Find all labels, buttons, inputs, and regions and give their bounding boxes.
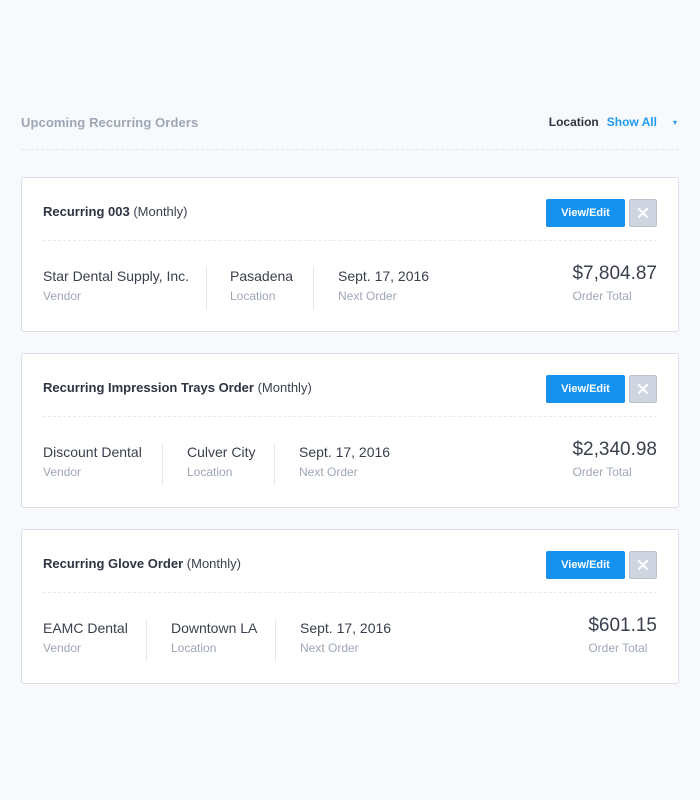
order-title: Recurring 003 (Monthly)	[43, 204, 188, 219]
location-value: Downtown LA	[171, 620, 258, 636]
view-edit-button[interactable]: View/Edit	[546, 551, 625, 579]
next-order-label: Next Order	[338, 289, 397, 303]
close-icon	[638, 208, 648, 218]
location-label: Location	[171, 641, 217, 655]
section-header: Upcoming Recurring Orders Location Show …	[21, 112, 679, 150]
location-filter[interactable]: Location Show All ▾	[549, 115, 679, 129]
order-total-value: $601.15	[588, 615, 657, 636]
divider	[206, 267, 207, 310]
vendor-field: EAMC Dental Vendor	[43, 620, 128, 662]
next-order-field: Sept. 17, 2016 Next Order	[300, 620, 391, 662]
order-card-header: Recurring Glove Order (Monthly) View/Edi…	[43, 530, 657, 593]
delete-order-button[interactable]	[629, 551, 657, 579]
next-order-field: Sept. 17, 2016 Next Order	[338, 268, 429, 310]
order-total-value: $7,804.87	[572, 263, 657, 284]
order-total-label: Order Total	[572, 289, 632, 303]
view-edit-button[interactable]: View/Edit	[546, 375, 625, 403]
chevron-down-icon[interactable]: ▾	[673, 118, 677, 127]
order-title: Recurring Impression Trays Order (Monthl…	[43, 380, 312, 395]
order-frequency: (Monthly)	[186, 556, 241, 571]
divider	[274, 443, 275, 486]
location-filter-label: Location	[548, 115, 599, 129]
vendor-value: EAMC Dental	[43, 620, 128, 636]
order-card-header: Recurring 003 (Monthly) View/Edit	[43, 178, 657, 241]
order-title: Recurring Glove Order (Monthly)	[43, 556, 241, 571]
vendor-field: Discount Dental Vendor	[43, 444, 142, 486]
divider	[275, 619, 276, 662]
location-field: Downtown LA Location	[171, 620, 257, 662]
recurring-orders-page: Upcoming Recurring Orders Location Show …	[0, 0, 700, 800]
order-details: EAMC Dental Vendor Downtown LA Location …	[43, 615, 657, 662]
order-details: Star Dental Supply, Inc. Vendor Pasadena…	[43, 263, 657, 310]
close-icon	[638, 384, 648, 394]
location-value: Pasadena	[230, 268, 294, 284]
divider	[162, 443, 163, 486]
order-card: Recurring Glove Order (Monthly) View/Edi…	[21, 529, 679, 684]
vendor-field: Star Dental Supply, Inc. Vendor	[43, 268, 189, 310]
divider	[146, 619, 147, 662]
next-order-label: Next Order	[300, 641, 359, 655]
order-name: Recurring Impression Trays Order	[43, 380, 254, 395]
order-card: Recurring Impression Trays Order (Monthl…	[21, 353, 679, 508]
delete-order-button[interactable]	[629, 375, 657, 403]
vendor-label: Vendor	[43, 641, 82, 655]
order-details: Discount Dental Vendor Culver City Locat…	[43, 439, 657, 486]
order-total-field: $2,340.98 Order Total	[572, 439, 657, 479]
next-order-value: Sept. 17, 2016	[299, 444, 391, 460]
vendor-label: Vendor	[43, 465, 82, 479]
vendor-value: Star Dental Supply, Inc.	[43, 268, 190, 284]
order-total-label: Order Total	[572, 465, 632, 479]
location-field: Culver City Location	[187, 444, 255, 486]
location-label: Location	[230, 289, 276, 303]
view-edit-button[interactable]: View/Edit	[546, 199, 625, 227]
order-total-label: Order Total	[588, 641, 648, 655]
order-card: Recurring 003 (Monthly) View/Edit Star D…	[21, 177, 679, 332]
order-total-field: $7,804.87 Order Total	[572, 263, 657, 303]
order-total-field: $601.15 Order Total	[588, 615, 657, 655]
section-title: Upcoming Recurring Orders	[21, 115, 199, 130]
divider	[313, 267, 314, 310]
order-frequency: (Monthly)	[133, 204, 188, 219]
vendor-value: Discount Dental	[43, 444, 142, 460]
next-order-label: Next Order	[299, 465, 358, 479]
vendor-label: Vendor	[43, 289, 82, 303]
delete-order-button[interactable]	[629, 199, 657, 227]
next-order-value: Sept. 17, 2016	[338, 268, 430, 284]
order-total-value: $2,340.98	[572, 439, 657, 460]
next-order-field: Sept. 17, 2016 Next Order	[299, 444, 390, 486]
order-name: Recurring Glove Order	[43, 556, 184, 571]
order-card-header: Recurring Impression Trays Order (Monthl…	[43, 354, 657, 417]
next-order-value: Sept. 17, 2016	[300, 620, 392, 636]
order-name: Recurring 003	[43, 204, 130, 219]
location-value: Culver City	[187, 444, 256, 460]
location-field: Pasadena Location	[230, 268, 293, 310]
order-frequency: (Monthly)	[257, 380, 312, 395]
close-icon	[638, 560, 648, 570]
location-filter-value[interactable]: Show All	[607, 115, 657, 129]
location-label: Location	[187, 465, 233, 479]
